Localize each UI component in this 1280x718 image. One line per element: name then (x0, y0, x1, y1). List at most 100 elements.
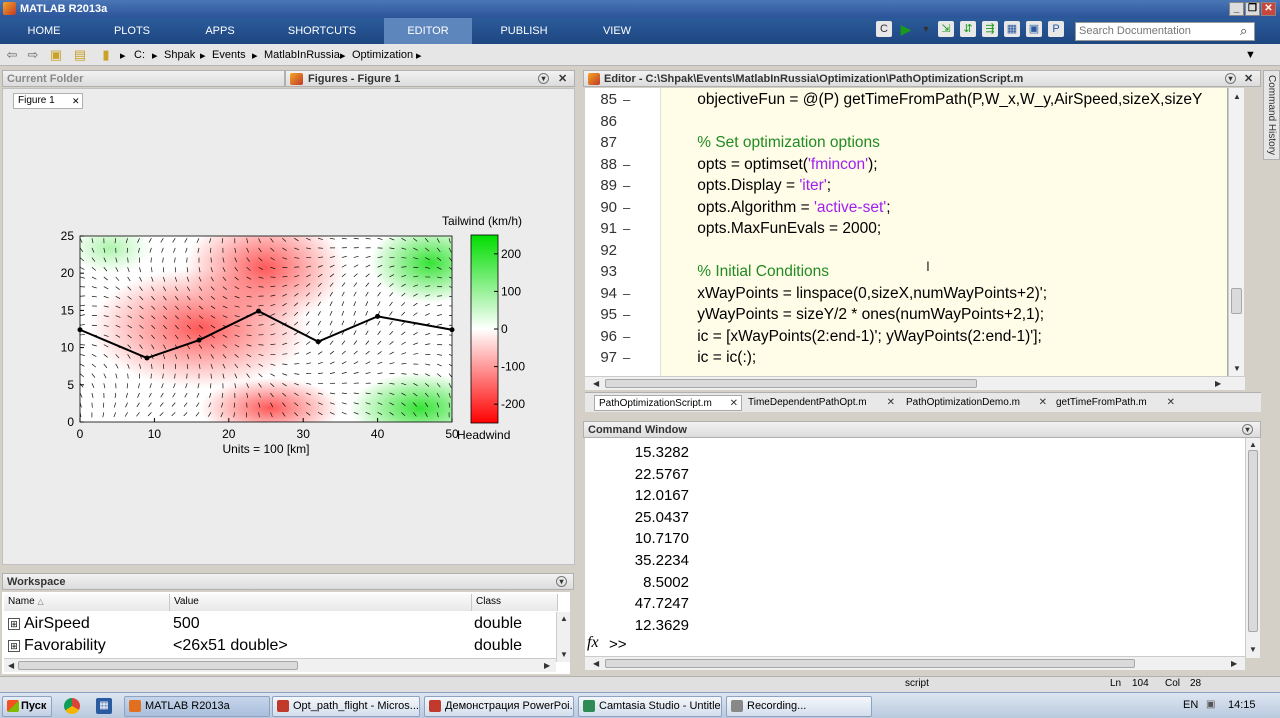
column-header-name[interactable]: Name △ (4, 594, 170, 611)
tab-editor[interactable]: EDITOR (384, 18, 472, 44)
tray-icon[interactable]: ▣ (1206, 699, 1215, 710)
breakpoint-marker[interactable]: – (623, 307, 630, 322)
table-row[interactable]: ⊞ Favorability <26x51 double> double (6, 636, 558, 658)
tab-home[interactable]: HOME (0, 18, 88, 44)
editor-menu-icon[interactable]: ▾ (1225, 73, 1236, 84)
breadcrumb-events[interactable]: Events (212, 49, 246, 61)
tab-close-icon[interactable]: ✕ (1167, 395, 1175, 411)
tab-close-icon[interactable]: ✕ (730, 396, 738, 412)
advance-icon[interactable]: ⇲ (938, 21, 954, 37)
breakpoint-marker[interactable]: – (623, 286, 630, 301)
editor-tab-gettimefrompath[interactable]: getTimeFromPath.m ✕ (1052, 395, 1178, 411)
back-icon[interactable]: ⇦ (4, 47, 20, 63)
taskbar-item[interactable]: Camtasia Studio - Untitle... (578, 696, 722, 717)
editor-close-icon[interactable]: ✕ (1244, 72, 1253, 85)
code-line[interactable]: ic = [xWayPoints(2:end-1)'; yWayPoints(2… (680, 328, 1042, 346)
close-button[interactable]: ✕ (1261, 2, 1276, 16)
command-prompt[interactable]: >> (609, 636, 627, 653)
editor-tab-timedependentpathopt[interactable]: TimeDependentPathOpt.m ✕ (744, 395, 898, 411)
fx-icon[interactable]: fx (587, 634, 599, 652)
code-line[interactable]: ic = ic(:); (680, 349, 756, 367)
command-window-menu-icon[interactable]: ▾ (1242, 424, 1253, 435)
publish-icon[interactable]: P (1048, 21, 1064, 37)
figure-tab-close-icon[interactable]: ✕ (72, 94, 80, 108)
table-row[interactable]: ⊞ AirSpeed 500 double (6, 614, 558, 636)
run-config-icon[interactable]: C (876, 21, 892, 37)
tab-apps[interactable]: APPS (176, 18, 264, 44)
editor-header[interactable]: Editor - C:\Shpak\Events\MatlabInRussia\… (583, 70, 1261, 87)
command-hscroll-thumb[interactable] (605, 659, 1135, 668)
editor-vscroll-thumb[interactable] (1231, 288, 1242, 314)
forward-icon[interactable]: ⇨ (25, 47, 41, 63)
figures-menu-icon[interactable]: ▾ (538, 73, 549, 84)
breakpoint-marker[interactable]: – (623, 200, 630, 215)
editor-tab-pathoptimizationscript[interactable]: PathOptimizationScript.m ✕ (594, 395, 742, 411)
workspace-menu-icon[interactable]: ▾ (556, 576, 567, 587)
search-documentation-input[interactable]: Search Documentation (1075, 22, 1255, 41)
language-indicator[interactable]: EN (1183, 699, 1198, 711)
breakpoint-marker[interactable]: – (623, 329, 630, 344)
minimize-button[interactable]: _ (1229, 2, 1244, 16)
tab-publish[interactable]: PUBLISH (476, 18, 572, 44)
code-line[interactable]: % Initial Conditions (680, 263, 829, 281)
breakpoint-marker[interactable]: – (623, 157, 630, 172)
breadcrumb-matlabinrussia[interactable]: MatlabInRussia (264, 49, 340, 61)
editor-hscroll-thumb[interactable] (605, 379, 977, 388)
maximize-button[interactable]: ❐ (1245, 2, 1260, 16)
taskbar-item[interactable]: Recording... (726, 696, 872, 717)
breakpoint-marker[interactable]: – (623, 92, 630, 107)
code-line[interactable]: objectiveFun = @(P) getTimeFromPath(P,W_… (680, 91, 1202, 109)
start-button[interactable]: Пуск (2, 696, 52, 717)
search-icon[interactable]: ⌕ (1240, 23, 1247, 39)
run-advance-icon[interactable]: ⇶ (982, 21, 998, 37)
column-header-value[interactable]: Value (170, 594, 472, 611)
browse-folder-icon[interactable]: ▤ (72, 47, 88, 63)
breadcrumb-optimization[interactable]: Optimization (352, 49, 413, 61)
command-window[interactable]: 15.3282 22.5767 12.0167 25.0437 10.7170 35.22… (585, 438, 1245, 658)
layout-icon[interactable]: ▦ (1004, 21, 1020, 37)
workspace-hscroll[interactable]: ◀ ▶ (4, 658, 556, 672)
breakpoint-marker[interactable]: – (623, 178, 630, 193)
editor-hscroll[interactable]: ◀ ▶ (585, 376, 1245, 390)
run-section-icon[interactable]: ⇵ (960, 21, 976, 37)
tab-plots[interactable]: PLOTS (88, 18, 176, 44)
tab-close-icon[interactable]: ✕ (1039, 395, 1047, 411)
windows-explorer-icon[interactable]: ▦ (96, 698, 112, 714)
command-hscroll[interactable]: ◀ ▶ (585, 656, 1245, 670)
command-vscroll[interactable]: ▲ ▼ (1245, 438, 1260, 658)
tab-view[interactable]: VIEW (576, 18, 658, 44)
editor-vscroll[interactable]: ▲ ▼ (1228, 88, 1244, 376)
command-vscroll-thumb[interactable] (1248, 450, 1258, 632)
code-line[interactable]: opts.Algorithm = 'active-set'; (680, 199, 890, 217)
current-folder-header[interactable]: Current Folder (2, 70, 285, 87)
command-window-header[interactable]: Command Window ▾ (583, 421, 1261, 438)
breadcrumb-c[interactable]: C: (134, 49, 145, 61)
code-line[interactable]: opts = optimset('fmincon'); (680, 156, 877, 174)
column-header-class[interactable]: Class (472, 594, 558, 611)
run-dropdown-icon[interactable]: ▼ (918, 21, 934, 37)
breakpoint-marker[interactable]: – (623, 221, 630, 236)
breadcrumb-shpak[interactable]: Shpak (164, 49, 195, 61)
taskbar-item[interactable]: MATLAB R2013a (124, 696, 270, 717)
code-editor[interactable]: 85–86 87 88–89–90–91–92 93 94–95–96–97– obje… (585, 88, 1230, 376)
code-line[interactable]: yWayPoints = sizeY/2 * ones(numWayPoints… (680, 306, 1044, 324)
figure-tab[interactable]: Figure 1 ✕ (13, 93, 83, 109)
up-folder-icon[interactable]: ▣ (48, 47, 64, 63)
workspace-header[interactable]: Workspace ▾ (2, 573, 574, 590)
workspace-hscroll-thumb[interactable] (18, 661, 298, 670)
code-line[interactable]: xWayPoints = linspace(0,sizeX,numWayPoin… (680, 285, 1047, 303)
code-line[interactable]: opts.MaxFunEvals = 2000; (680, 220, 881, 238)
code-line[interactable]: opts.Display = 'iter'; (680, 177, 831, 195)
figures-close-icon[interactable]: ✕ (558, 72, 567, 85)
chrome-icon[interactable] (64, 698, 80, 714)
windows-icon[interactable]: ▣ (1026, 21, 1042, 37)
tab-shortcuts[interactable]: SHORTCUTS (264, 18, 380, 44)
code-line[interactable]: % Set optimization options (680, 134, 880, 152)
workspace-vscroll[interactable]: ▲ ▼ (556, 612, 570, 662)
editor-tab-pathoptimizationdemo[interactable]: PathOptimizationDemo.m ✕ (902, 395, 1050, 411)
taskbar-item[interactable]: Демонстрация PowerPoi... (424, 696, 574, 717)
command-history-side-tab[interactable]: Command History (1263, 70, 1280, 160)
run-icon[interactable]: ▶ (898, 21, 914, 37)
taskbar-item[interactable]: Opt_path_flight - Micros... (272, 696, 420, 717)
breakpoint-marker[interactable]: – (623, 350, 630, 365)
